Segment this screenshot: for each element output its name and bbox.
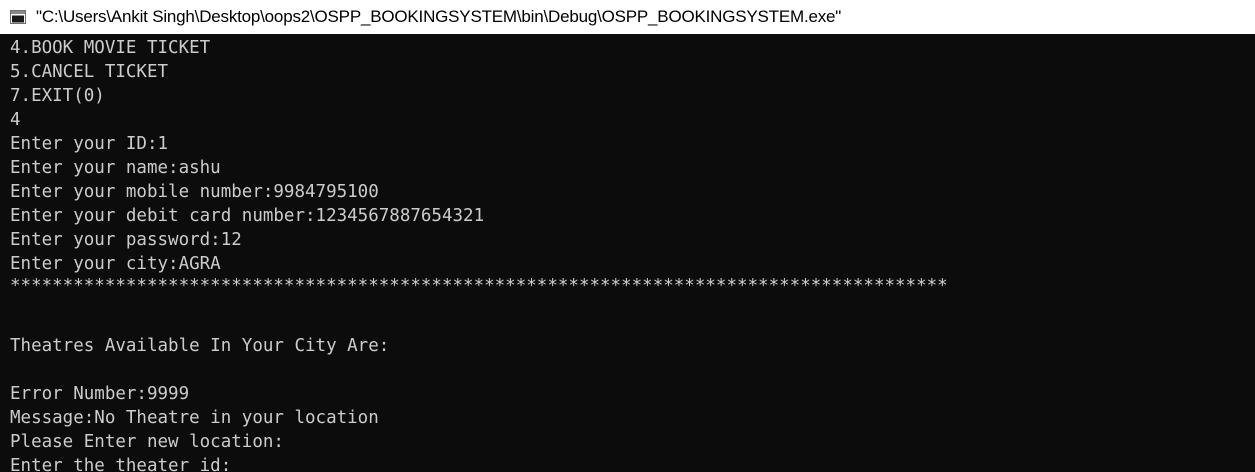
console-output[interactable]: 4.BOOK MOVIE TICKET 5.CANCEL TICKET 7.EX… [0,34,1255,472]
error-message-line: Message:No Theatre in your location [10,408,379,428]
window-title: "C:\Users\Ankit Singh\Desktop\oops2\OSPP… [36,7,842,26]
console-line: Enter your password:12 [10,230,242,250]
console-line: Enter your debit card number:12345678876… [10,206,485,226]
console-window: "C:\Users\Ankit Singh\Desktop\oops2\OSPP… [0,0,1255,472]
separator-line: ****************************************… [10,276,948,296]
error-number-line: Error Number:9999 [10,384,190,404]
console-line: Enter your mobile number:9984795100 [10,182,379,202]
input-prompt-line: Enter the theater id: [10,456,232,472]
title-bar[interactable]: "C:\Users\Ankit Singh\Desktop\oops2\OSPP… [0,0,1255,34]
console-line: 5.CANCEL TICKET [10,62,169,82]
console-line: Enter your city:AGRA [10,254,221,274]
console-app-icon [10,10,26,24]
console-line: Enter your ID:1 [10,134,169,154]
console-line: Theatres Available In Your City Are: [10,336,390,356]
console-line: 4.BOOK MOVIE TICKET [10,38,211,58]
console-line: 7.EXIT(0) [10,86,105,106]
console-line: Enter your name:ashu [10,158,221,178]
console-line: 4 [10,110,21,130]
console-line: Please Enter new location: [10,432,284,452]
